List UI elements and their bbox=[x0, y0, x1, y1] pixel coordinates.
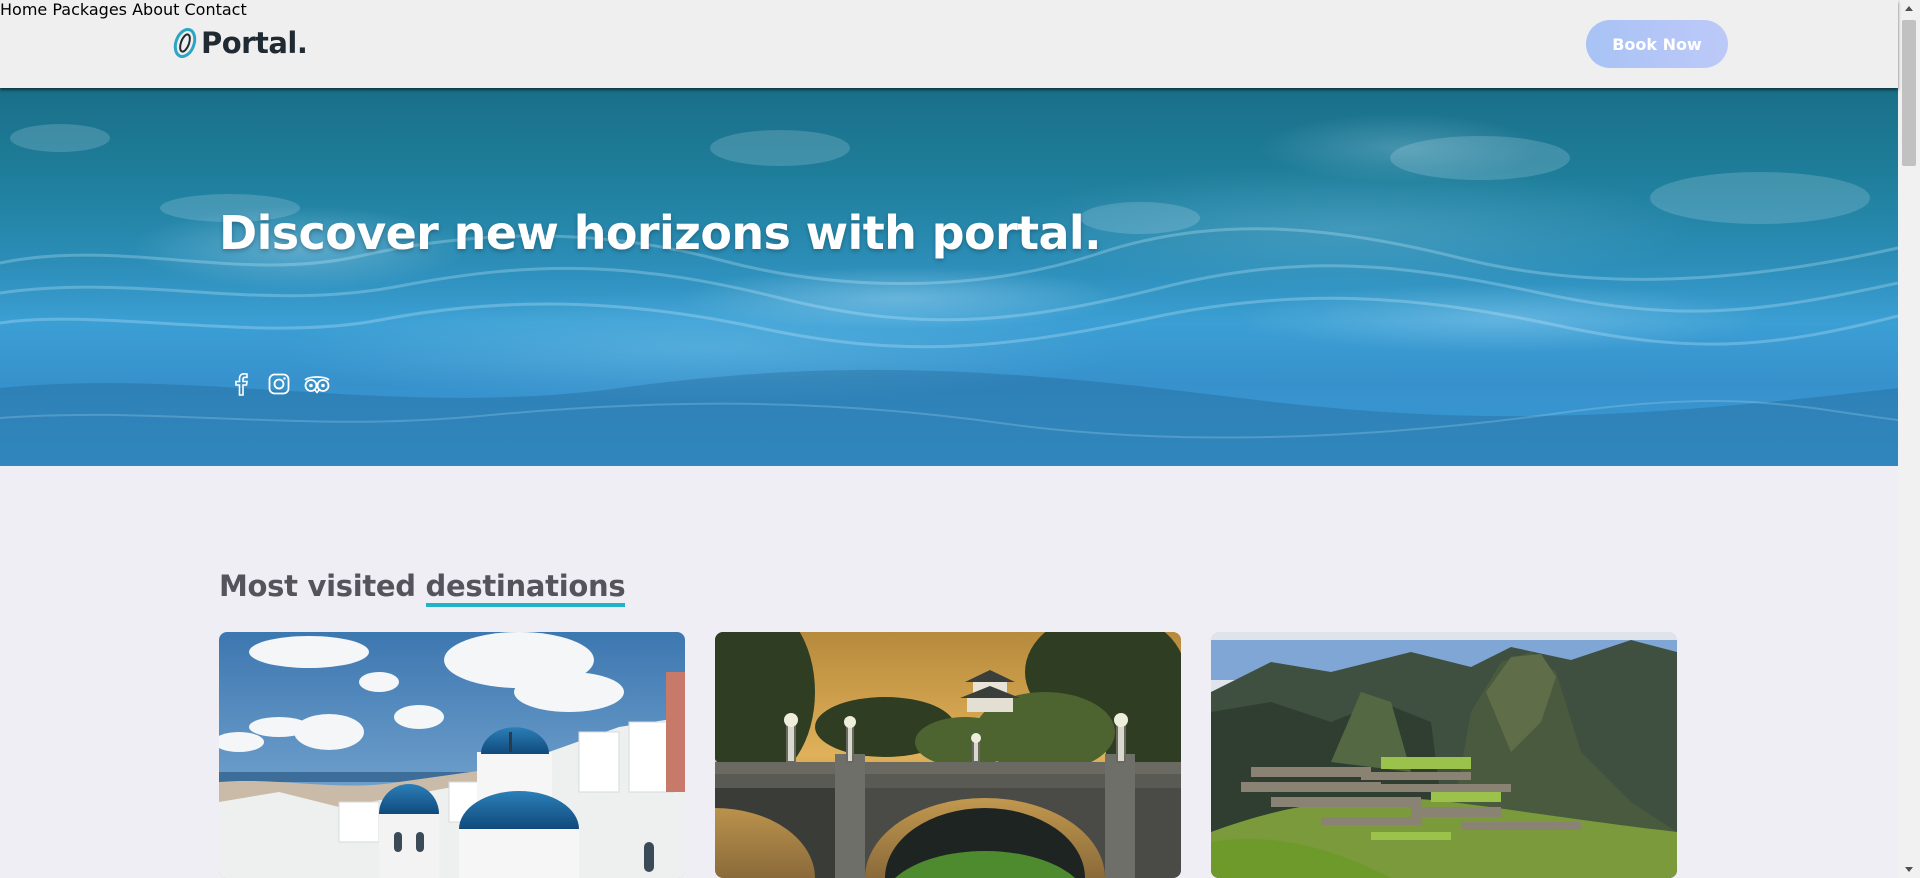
nav-about-link[interactable]: About bbox=[132, 0, 179, 19]
tokyo-bridge-image bbox=[715, 632, 1181, 878]
nav-packages-link[interactable]: Packages bbox=[52, 0, 127, 19]
hero-title: Discover new horizons with portal. bbox=[219, 206, 1102, 260]
logo-text: Portal. bbox=[201, 26, 308, 60]
book-now-button[interactable]: Book Now bbox=[1586, 20, 1728, 68]
section-title-prefix: Most visited bbox=[219, 569, 416, 603]
page-scrollbar[interactable] bbox=[1898, 0, 1920, 878]
nav-home-link[interactable]: Home bbox=[0, 0, 47, 19]
main-nav: Home Packages About Contact bbox=[0, 0, 1898, 19]
ocean-waves-image bbox=[0, 124, 1898, 466]
destination-card-machu-picchu[interactable] bbox=[1211, 632, 1677, 878]
scroll-down-arrow-icon[interactable] bbox=[1898, 861, 1920, 878]
destination-card-santorini[interactable] bbox=[219, 632, 685, 878]
site-header: Portal. Home Packages About Contact Book… bbox=[0, 0, 1898, 88]
facebook-icon[interactable] bbox=[227, 370, 255, 398]
destination-card-tokyo[interactable] bbox=[715, 632, 1181, 878]
scrollbar-thumb[interactable] bbox=[1902, 20, 1916, 166]
section-title-highlight: destinations bbox=[425, 569, 626, 607]
nav-contact-link[interactable]: Contact bbox=[185, 0, 247, 19]
portal-logo-icon bbox=[173, 27, 197, 59]
machu-picchu-image bbox=[1211, 632, 1677, 878]
section-title: Most visited destinations bbox=[219, 569, 626, 607]
logo[interactable]: Portal. bbox=[172, 26, 308, 60]
scroll-up-arrow-icon[interactable] bbox=[1898, 0, 1920, 17]
instagram-icon[interactable] bbox=[265, 370, 293, 398]
tripadvisor-icon[interactable] bbox=[303, 370, 331, 398]
hero-banner: Discover new horizons with portal. bbox=[0, 88, 1898, 466]
santorini-image bbox=[219, 632, 685, 878]
